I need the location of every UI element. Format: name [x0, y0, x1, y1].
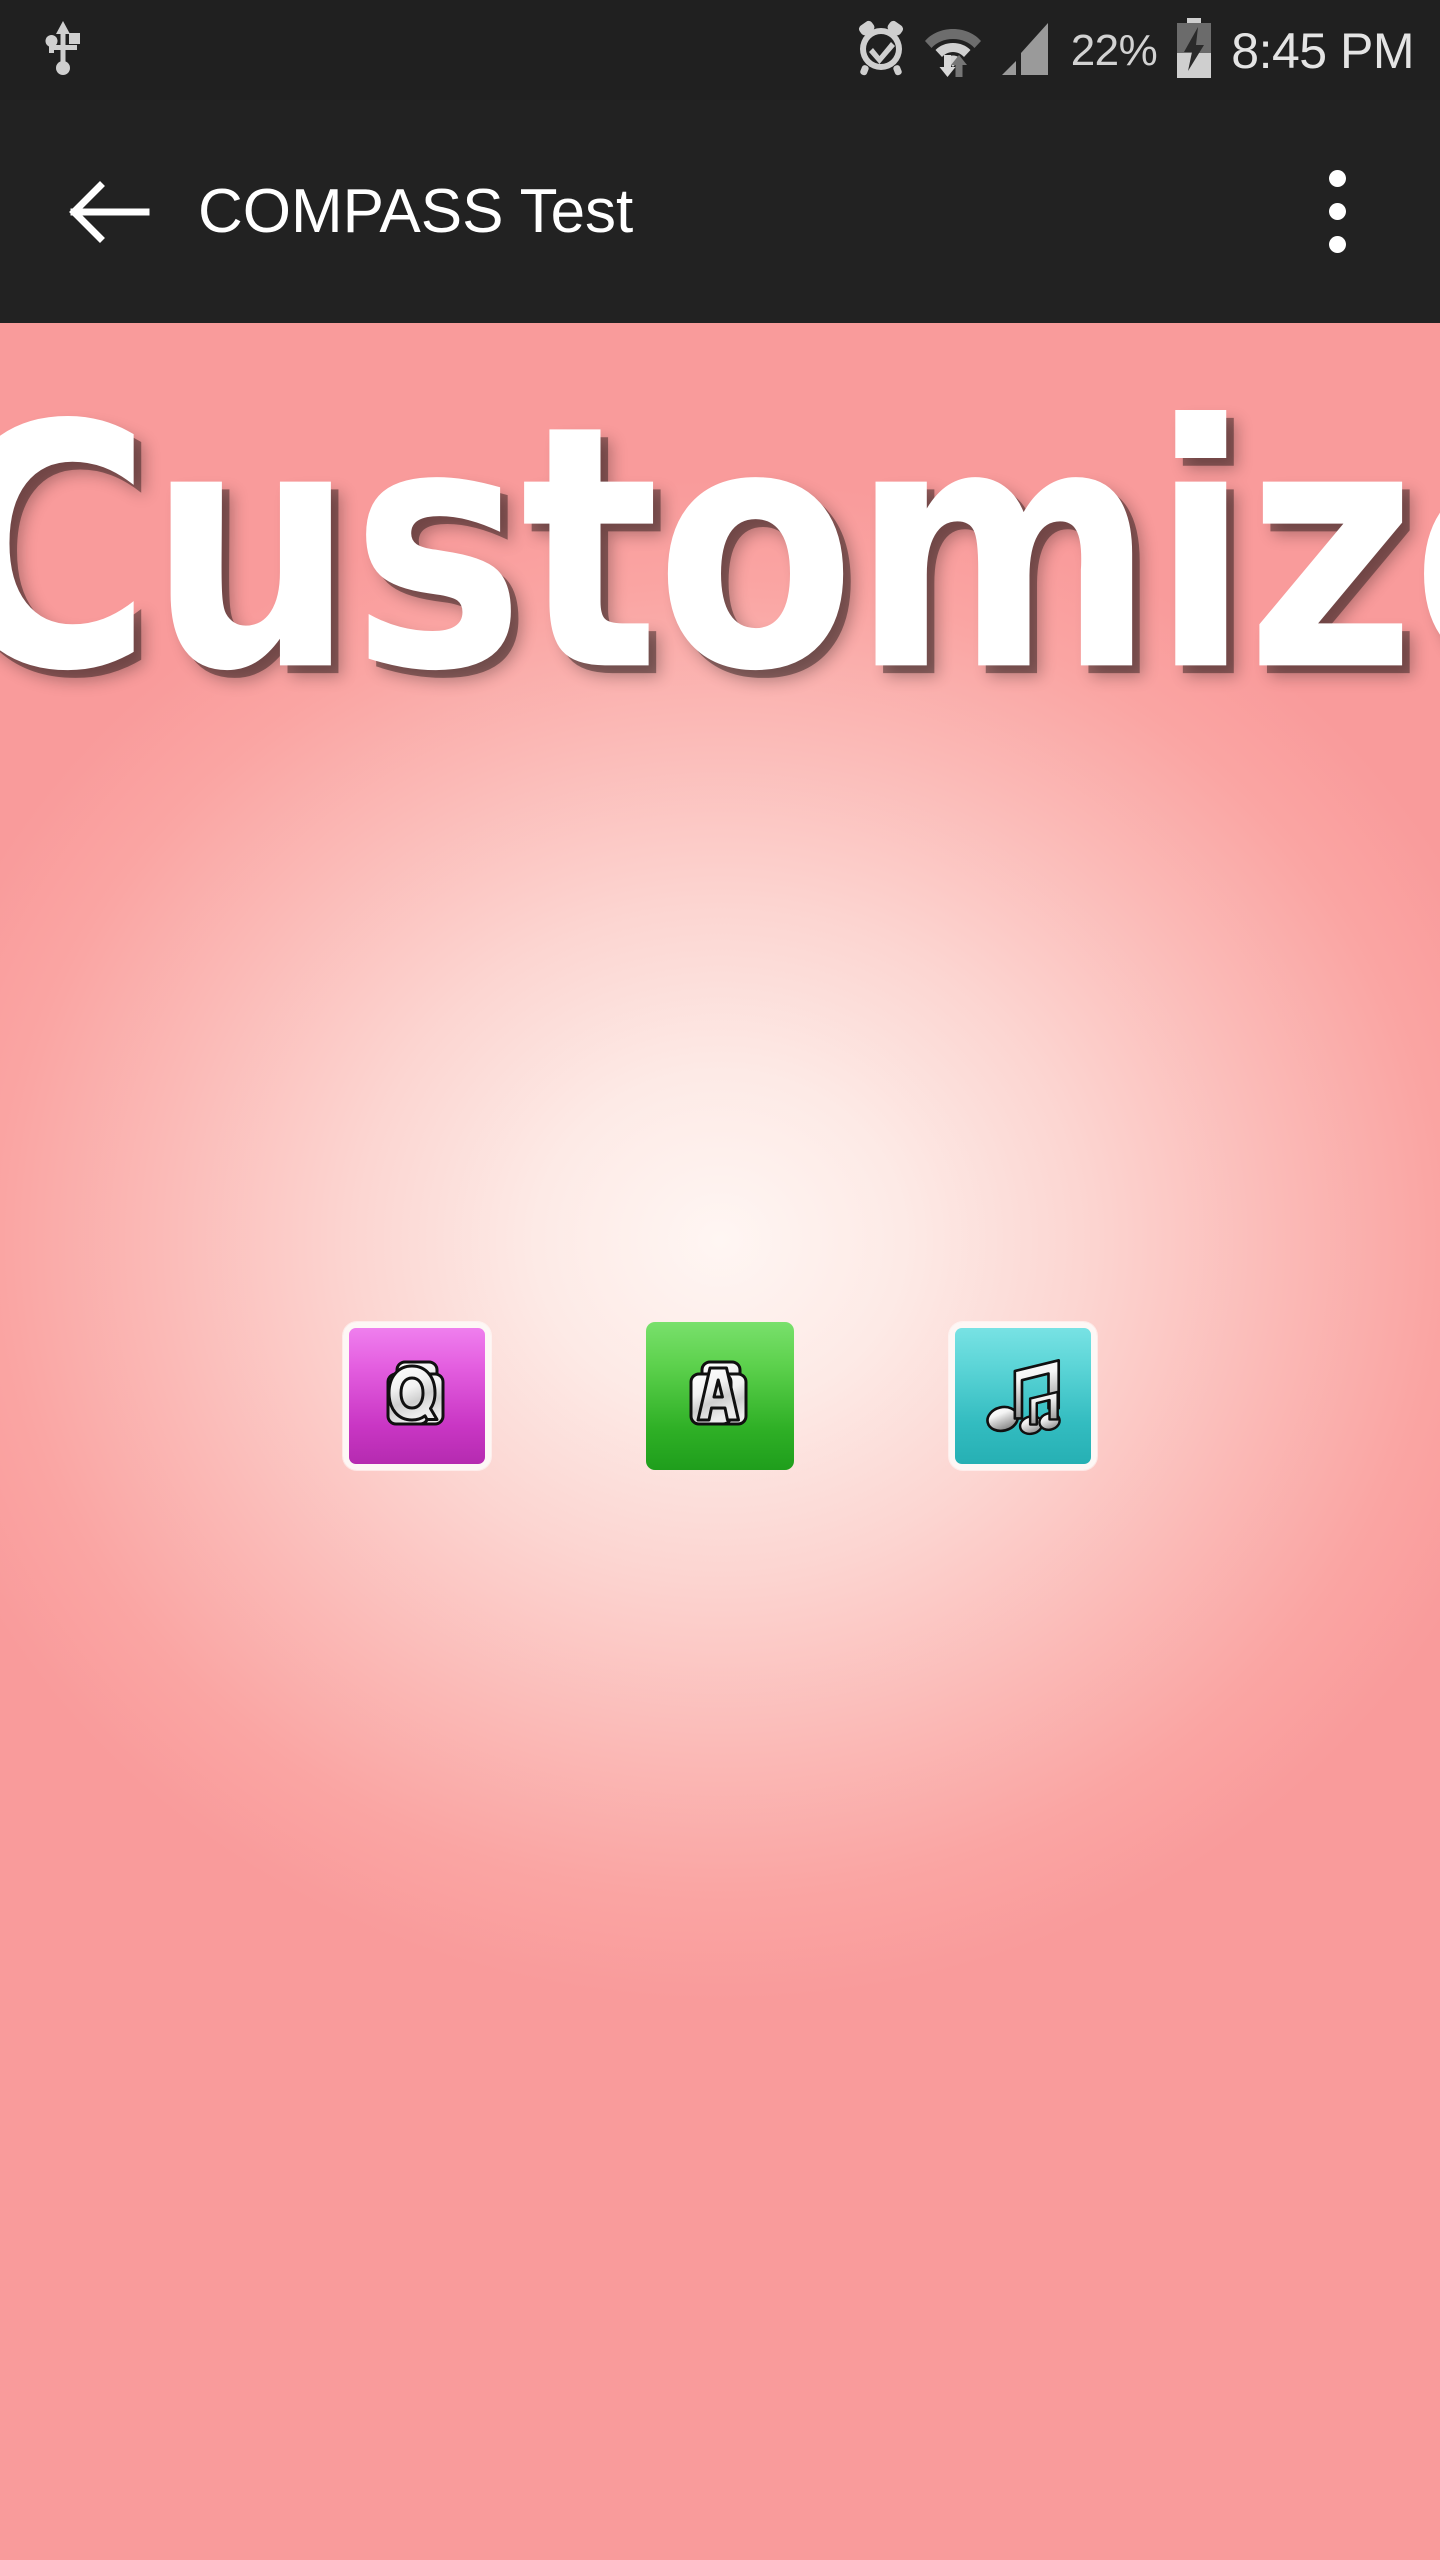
customize-options-row: [0, 1322, 1440, 1470]
sounds-tile-surface: [955, 1328, 1091, 1464]
sounds-button[interactable]: [949, 1322, 1097, 1470]
answer-tile-surface: [646, 1322, 794, 1470]
stacked-cards-a-icon: [689, 1360, 748, 1426]
status-bar-right-icons: 22% 8:45 PM: [855, 17, 1414, 83]
back-button[interactable]: [50, 152, 170, 272]
overflow-dot-3: [1328, 236, 1346, 253]
overflow-dot-2: [1328, 203, 1346, 220]
battery-charging-icon: [1175, 17, 1213, 83]
phone-screen: 22% 8:45 PM COMPASS Test Customiz: [0, 0, 1440, 2560]
wifi-transfer-icon: [924, 19, 981, 82]
cellular-signal-icon: [999, 21, 1053, 80]
music-notes-icon: [986, 1358, 1061, 1436]
heading-container: Customize: [0, 373, 1440, 726]
customize-heading: Customize: [0, 353, 1440, 745]
app-bar: COMPASS Test: [0, 100, 1440, 323]
overflow-menu-button[interactable]: [1292, 147, 1382, 277]
overflow-dot-1: [1328, 170, 1346, 187]
stacked-cards-q-icon: [386, 1360, 445, 1426]
usb-icon: [44, 20, 82, 80]
status-bar: 22% 8:45 PM: [0, 0, 1440, 100]
status-bar-clock: 8:45 PM: [1231, 23, 1414, 79]
question-cards-button[interactable]: [343, 1322, 491, 1470]
answer-cards-button[interactable]: [646, 1322, 794, 1470]
question-tile-surface: [349, 1328, 485, 1464]
status-bar-left-icons: [44, 20, 82, 80]
back-arrow-icon: [69, 180, 150, 243]
battery-percent-label: 22%: [1070, 26, 1158, 75]
page-title: COMPASS Test: [198, 176, 634, 246]
alarm-clock-icon: [855, 20, 907, 81]
content-area: Customize: [0, 323, 1440, 2560]
